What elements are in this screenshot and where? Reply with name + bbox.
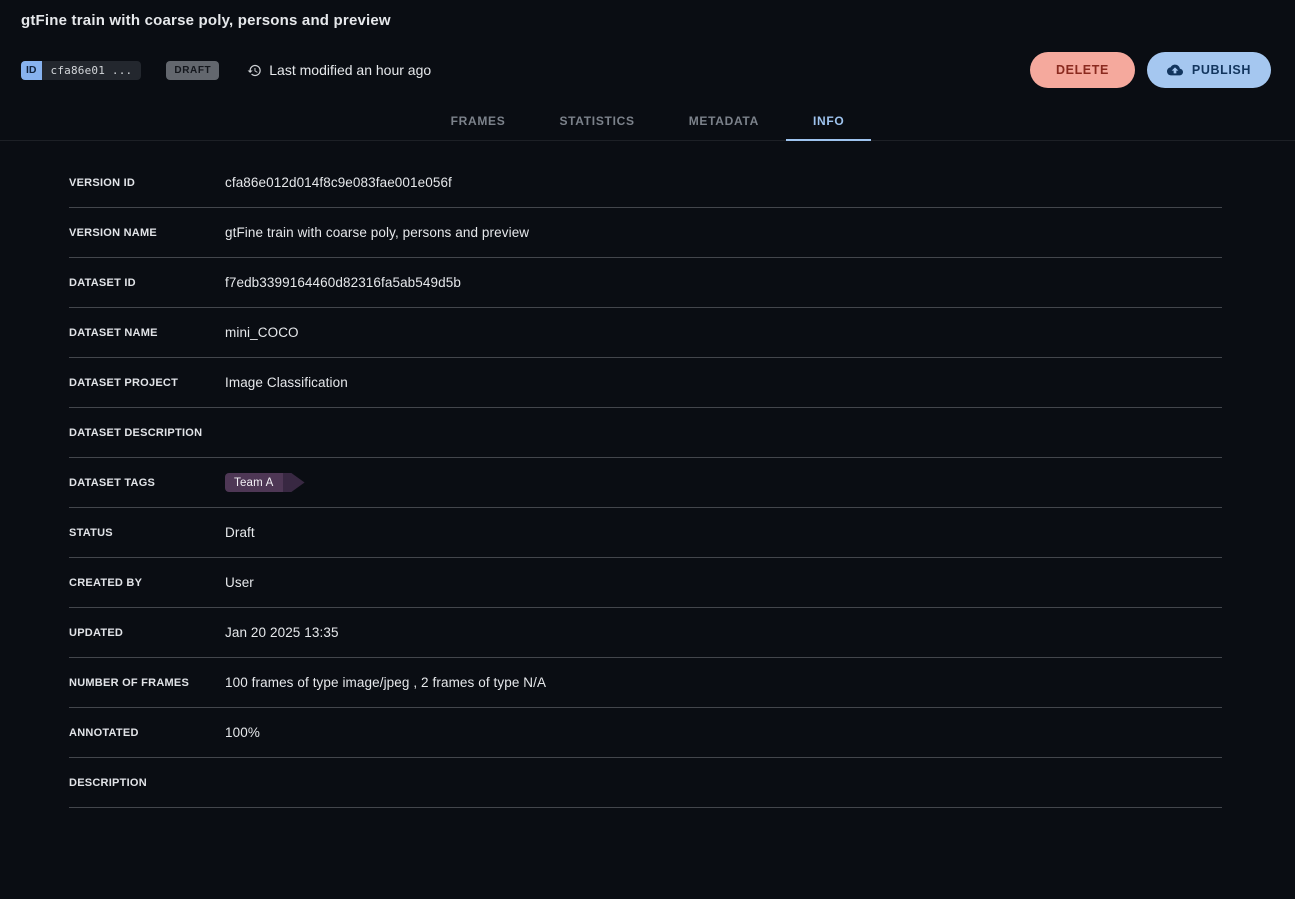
- info-row-value: Image Classification: [225, 375, 348, 390]
- info-row: DATASET NAME mini_COCO: [69, 308, 1222, 358]
- info-row: VERSION ID cfa86e012d014f8c9e083fae001e0…: [69, 158, 1222, 208]
- info-row-label: NUMBER OF FRAMES: [69, 677, 225, 689]
- id-badge-label: ID: [21, 61, 42, 80]
- page-root: { "header": { "title": "gtFine train wit…: [0, 0, 1295, 899]
- tab-info[interactable]: INFO: [786, 101, 871, 141]
- tag-chip: Team A: [225, 473, 305, 492]
- info-row: DATASET PROJECT Image Classification: [69, 358, 1222, 408]
- info-table: VERSION ID cfa86e012d014f8c9e083fae001e0…: [69, 158, 1222, 808]
- id-badge-value: cfa86e01 ...: [42, 61, 142, 80]
- info-row: STATUS Draft: [69, 508, 1222, 558]
- tab-label: INFO: [813, 114, 844, 128]
- info-row-value: cfa86e012d014f8c9e083fae001e056f: [225, 175, 452, 190]
- info-row: NUMBER OF FRAMES 100 frames of type imag…: [69, 658, 1222, 708]
- last-modified: Last modified an hour ago: [247, 62, 431, 78]
- info-row-label: DESCRIPTION: [69, 777, 225, 789]
- info-row-value: User: [225, 575, 254, 590]
- publish-button-label: PUBLISH: [1192, 63, 1251, 77]
- status-badge: DRAFT: [166, 61, 219, 80]
- info-row: ANNOTATED 100%: [69, 708, 1222, 758]
- info-row: DATASET TAGS Team A: [69, 458, 1222, 508]
- tab-bar: FRAMES STATISTICS METADATA INFO: [0, 101, 1295, 141]
- info-row-label: DATASET TAGS: [69, 477, 225, 489]
- info-row-label: DATASET NAME: [69, 327, 225, 339]
- info-row-label: CREATED BY: [69, 577, 225, 589]
- info-row-value: f7edb3399164460d82316fa5ab549d5b: [225, 275, 461, 290]
- page-title: gtFine train with coarse poly, persons a…: [21, 12, 1271, 29]
- tab-frames[interactable]: FRAMES: [424, 101, 533, 141]
- info-row: DESCRIPTION: [69, 758, 1222, 808]
- tab-label: METADATA: [689, 114, 759, 128]
- delete-button[interactable]: DELETE: [1030, 52, 1135, 88]
- tag-chip-arrow-icon: [283, 473, 305, 492]
- info-row-label: DATASET DESCRIPTION: [69, 427, 225, 439]
- info-row-label: DATASET PROJECT: [69, 377, 225, 389]
- info-row-label: DATASET ID: [69, 277, 225, 289]
- info-row-value: Draft: [225, 525, 255, 540]
- tab-label: FRAMES: [451, 114, 506, 128]
- tag-chip-label: Team A: [225, 473, 283, 492]
- info-row-label: STATUS: [69, 527, 225, 539]
- info-row-label: ANNOTATED: [69, 727, 225, 739]
- info-row-label: VERSION ID: [69, 177, 225, 189]
- info-row-value: 100 frames of type image/jpeg , 2 frames…: [225, 675, 546, 690]
- header-actions: DELETE PUBLISH: [1030, 52, 1271, 88]
- meta-row: ID cfa86e01 ... DRAFT Last modified an h…: [21, 52, 1271, 88]
- tab-metadata[interactable]: METADATA: [662, 101, 786, 141]
- tab-statistics[interactable]: STATISTICS: [532, 101, 661, 141]
- info-row-value: mini_COCO: [225, 325, 299, 340]
- id-badge[interactable]: ID cfa86e01 ...: [21, 61, 141, 80]
- info-row: CREATED BY User: [69, 558, 1222, 608]
- info-row: DATASET ID f7edb3399164460d82316fa5ab549…: [69, 258, 1222, 308]
- info-row: DATASET DESCRIPTION: [69, 408, 1222, 458]
- info-row: VERSION NAME gtFine train with coarse po…: [69, 208, 1222, 258]
- info-row-value: 100%: [225, 725, 260, 740]
- tab-label: STATISTICS: [559, 114, 634, 128]
- info-row-value: Team A: [225, 473, 305, 492]
- cloud-upload-icon: [1167, 62, 1183, 78]
- info-row-label: UPDATED: [69, 627, 225, 639]
- info-row: UPDATED Jan 20 2025 13:35: [69, 608, 1222, 658]
- info-row-label: VERSION NAME: [69, 227, 225, 239]
- info-row-value: Jan 20 2025 13:35: [225, 625, 339, 640]
- publish-button[interactable]: PUBLISH: [1147, 52, 1271, 88]
- header: gtFine train with coarse poly, persons a…: [0, 0, 1295, 88]
- history-icon: [247, 63, 262, 78]
- last-modified-text: Last modified an hour ago: [269, 62, 431, 78]
- info-row-value: gtFine train with coarse poly, persons a…: [225, 225, 529, 240]
